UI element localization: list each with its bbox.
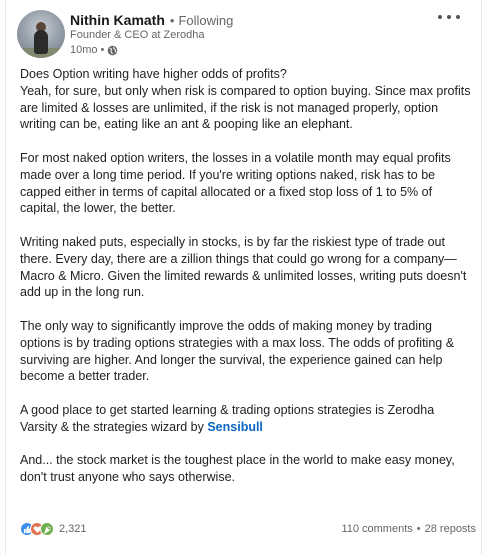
social-counts-bar: 2,321 110 comments • 28 reposts [20, 518, 476, 540]
celebrate-reaction-icon [40, 522, 54, 536]
author-avatar[interactable] [17, 10, 65, 58]
post-body: Does Option writing have higher odds of … [20, 66, 478, 503]
post-paragraph: A good place to get started learning & t… [20, 402, 478, 436]
engagement-stats: 110 comments • 28 reposts [341, 523, 476, 535]
follow-status[interactable]: Following [178, 13, 233, 28]
post-time: 10mo [70, 44, 98, 56]
post-paragraph: The only way to significantly improve th… [20, 318, 455, 384]
follow-separator: • [169, 12, 175, 28]
post-paragraph: And... the stock market is the toughest … [20, 453, 455, 485]
author-name-row: Nithin Kamath • Following [70, 11, 233, 29]
feed-post-card: Nithin Kamath • Following Founder & CEO … [0, 0, 488, 554]
post-paragraph: Writing naked puts, especially in stocks… [20, 234, 467, 300]
post-paragraph: For most naked option writers, the losse… [20, 150, 451, 216]
reactions-summary[interactable]: 2,321 [20, 522, 87, 536]
author-headline: Founder & CEO at Zerodha [70, 29, 205, 41]
time-separator: • [100, 44, 105, 56]
globe-icon [108, 45, 118, 55]
sensibull-mention-link[interactable]: Sensibull [207, 420, 263, 434]
author-name[interactable]: Nithin Kamath [70, 12, 165, 28]
comments-count-link[interactable]: 110 comments [341, 523, 412, 535]
reaction-count: 2,321 [59, 523, 87, 535]
more-options-icon[interactable] [438, 10, 460, 24]
post-paragraph: Does Option writing have higher odds of … [20, 67, 471, 132]
post-timestamp-row: 10mo • [70, 43, 118, 57]
reposts-count-link[interactable]: 28 reposts [425, 523, 476, 535]
stats-separator: • [416, 523, 421, 535]
